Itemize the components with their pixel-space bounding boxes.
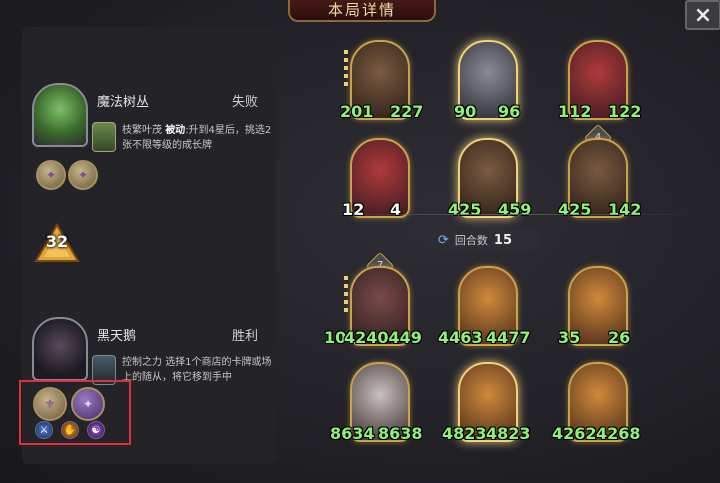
hero-portrait[interactable] [32, 83, 88, 147]
tavern-tier-badge: 32 [34, 223, 80, 263]
minion-health: 26 [608, 328, 631, 347]
minion-health: 4268 [596, 424, 641, 443]
minion-attack: 112 [558, 102, 592, 121]
minion-health: 459 [498, 200, 532, 219]
hero-power-name: 控制之力 [122, 357, 162, 368]
minion-attack: 4463 [438, 328, 483, 347]
round-counter: ⟳ 回合数 15 [430, 229, 540, 251]
buff-pips [344, 276, 348, 316]
minion-health: 227 [390, 102, 424, 121]
minion-attack: 425 [558, 200, 592, 219]
minion-attack: 10 [324, 328, 347, 347]
minion-attack: 35 [558, 328, 581, 347]
minion-health: 8638 [378, 424, 423, 443]
page-title: 本局详情 [288, 0, 436, 22]
minion-health: 4823 [486, 424, 531, 443]
minion-health: 4 [390, 200, 402, 219]
player-result: 胜利 [231, 329, 258, 344]
player-name: 魔法树丛 [97, 95, 150, 110]
minion-attack: 425 [448, 200, 482, 219]
coin-grape-icon[interactable]: ✦ [36, 160, 66, 190]
coin-grape-icon[interactable]: ✦ [68, 160, 98, 190]
hero-power-text: 控制之力 选择1个商店的卡牌或场上的随从，将它移到手中 [122, 355, 272, 385]
hero-power-icon[interactable] [92, 122, 116, 152]
hero-power-name: 枝繁叶茂 [122, 125, 162, 136]
minion-health: 122 [608, 102, 642, 121]
minion-attack: 12 [342, 200, 365, 219]
hero-power-tag: 被动 [165, 125, 186, 136]
minion-attack: 4823 [442, 424, 487, 443]
minion-attack: 8634 [330, 424, 375, 443]
close-button[interactable]: × [685, 0, 720, 30]
player-name: 黑天鹅 [97, 329, 137, 344]
minion-health: 4477 [486, 328, 531, 347]
refresh-icon: ⟳ [438, 232, 449, 248]
minion-attack: 4262 [552, 424, 597, 443]
minion-attack: 90 [454, 102, 477, 121]
selection-highlight [19, 380, 131, 445]
minion-health: 142 [608, 200, 642, 219]
buff-pips [344, 50, 348, 90]
player-result: 失败 [231, 95, 258, 110]
minion-health: 4240449 [344, 328, 422, 347]
round-label: 回合数 [454, 234, 488, 247]
board-divider [320, 214, 700, 215]
minion-attack: 201 [340, 102, 374, 121]
hero-power-text: 枝繁叶茂 被动:升到4星后，挑选2张不限等级的成长牌 [122, 123, 272, 153]
hero-portrait[interactable] [32, 317, 88, 381]
minion-health: 96 [498, 102, 521, 121]
round-value: 15 [493, 232, 512, 248]
tavern-tier-value: 32 [45, 232, 69, 251]
